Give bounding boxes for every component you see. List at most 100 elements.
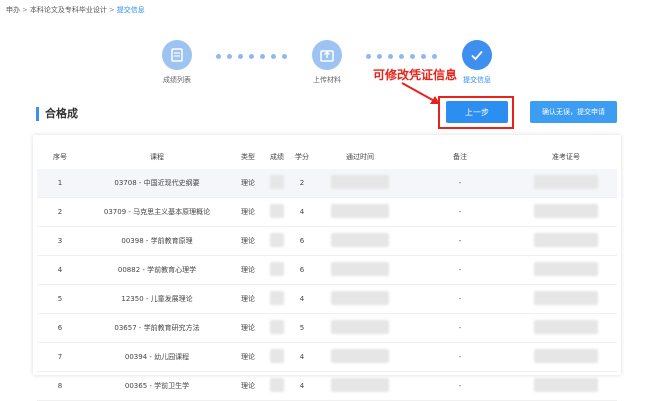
- redacted-value: [270, 320, 284, 334]
- header-credit: 学分: [295, 153, 309, 161]
- table-row: 7 00394 - 幼儿园课程 理论 4 -: [37, 342, 617, 372]
- cell-pass-time: [315, 197, 405, 227]
- cell-credit: 4: [289, 284, 315, 314]
- cell-type: 理论: [231, 197, 265, 227]
- redacted-value: [534, 320, 598, 334]
- redacted-value: [270, 175, 284, 189]
- cell-index: 8: [37, 371, 83, 401]
- cell-pass-time: [315, 371, 405, 401]
- cell-credit: 4: [289, 342, 315, 372]
- table-row: 4 00882 - 学前教育心理学 理论 6 -: [37, 255, 617, 285]
- redacted-value: [331, 175, 389, 189]
- cell-course: 00394 - 幼儿园课程: [83, 342, 231, 372]
- redacted-value: [534, 349, 598, 363]
- header-cert-no: 准考证号: [552, 153, 580, 161]
- cell-type: 理论: [231, 169, 265, 198]
- cell-index: 5: [37, 284, 83, 314]
- redacted-value: [331, 204, 389, 218]
- table-row: 8 00365 - 学前卫生学 理论 4 -: [37, 371, 617, 401]
- redacted-value: [331, 378, 389, 392]
- cell-score: [265, 342, 289, 372]
- cell-cert-no: [515, 284, 617, 314]
- cell-course: 00882 - 学前教育心理学: [83, 255, 231, 285]
- cell-index: 4: [37, 255, 83, 285]
- cell-note: -: [405, 371, 515, 401]
- cell-type: 理论: [231, 226, 265, 256]
- prev-step-button[interactable]: 上一步: [446, 101, 508, 123]
- redacted-value: [270, 262, 284, 276]
- cell-score: [265, 197, 289, 227]
- cell-pass-time: [315, 169, 405, 198]
- cell-cert-no: [515, 226, 617, 256]
- cell-score: [265, 313, 289, 343]
- cell-type: 理论: [231, 371, 265, 401]
- cell-note: -: [405, 284, 515, 314]
- redacted-value: [534, 204, 598, 218]
- redacted-value: [270, 291, 284, 305]
- cell-cert-no: [515, 197, 617, 227]
- redacted-value: [534, 233, 598, 247]
- cell-note: -: [405, 169, 515, 198]
- cell-cert-no: [515, 169, 617, 198]
- redacted-value: [331, 233, 389, 247]
- redacted-value: [534, 378, 598, 392]
- cell-course: 00365 - 学前卫生学: [83, 371, 231, 401]
- cell-credit: 4: [289, 197, 315, 227]
- cell-pass-time: [315, 226, 405, 256]
- cell-pass-time: [315, 313, 405, 343]
- redacted-value: [534, 291, 598, 305]
- cell-course: 00398 - 学前教育原理: [83, 226, 231, 256]
- cell-pass-time: [315, 284, 405, 314]
- header-type: 类型: [241, 153, 255, 161]
- cell-credit: 6: [289, 226, 315, 256]
- cell-course: 12350 - 儿童发展理论: [83, 284, 231, 314]
- cell-pass-time: [315, 255, 405, 285]
- cell-note: -: [405, 197, 515, 227]
- cell-credit: 6: [289, 255, 315, 285]
- redacted-value: [270, 378, 284, 392]
- redacted-value: [331, 291, 389, 305]
- cell-cert-no: [515, 255, 617, 285]
- results-table: 序号 课程 类型 成绩 学分 通过时间 备注 准考证号 1 03708 - 中国…: [37, 145, 617, 401]
- redacted-value: [270, 233, 284, 247]
- cell-type: 理论: [231, 284, 265, 314]
- cell-note: -: [405, 226, 515, 256]
- redacted-value: [270, 349, 284, 363]
- redacted-value: [534, 175, 598, 189]
- header-course: 课程: [150, 153, 164, 161]
- header-pass-time: 通过时间: [346, 153, 374, 161]
- table-row: 3 00398 - 学前教育原理 理论 6 -: [37, 226, 617, 256]
- header-score: 成绩: [270, 153, 284, 161]
- cell-credit: 5: [289, 313, 315, 343]
- cell-note: -: [405, 255, 515, 285]
- cell-score: [265, 226, 289, 256]
- table-row: 2 03709 - 马克思主义基本原理概论 理论 4 -: [37, 197, 617, 227]
- cell-credit: 4: [289, 371, 315, 401]
- cell-index: 2: [37, 197, 83, 227]
- cell-score: [265, 371, 289, 401]
- redacted-value: [331, 320, 389, 334]
- cell-cert-no: [515, 371, 617, 401]
- redacted-value: [331, 262, 389, 276]
- table-row: 5 12350 - 儿童发展理论 理论 4 -: [37, 284, 617, 314]
- cell-type: 理论: [231, 342, 265, 372]
- cell-note: -: [405, 342, 515, 372]
- header-index: 序号: [53, 153, 67, 161]
- cell-index: 7: [37, 342, 83, 372]
- cell-index: 3: [37, 226, 83, 256]
- cell-course: 03657 - 学前教育研究方法: [83, 313, 231, 343]
- table-row: 6 03657 - 学前教育研究方法 理论 5 -: [37, 313, 617, 343]
- submit-application-button[interactable]: 确认无误，提交申请: [530, 101, 617, 123]
- table-row: 1 03708 - 中国近现代史纲要 理论 2 -: [37, 169, 617, 198]
- cell-type: 理论: [231, 313, 265, 343]
- cell-pass-time: [315, 342, 405, 372]
- redacted-value: [331, 349, 389, 363]
- cell-note: -: [405, 313, 515, 343]
- cell-cert-no: [515, 342, 617, 372]
- cell-course: 03709 - 马克思主义基本原理概论: [83, 197, 231, 227]
- section-title: 合格成: [36, 107, 78, 121]
- cell-credit: 2: [289, 169, 315, 198]
- cell-score: [265, 255, 289, 285]
- cell-cert-no: [515, 313, 617, 343]
- cell-score: [265, 169, 289, 198]
